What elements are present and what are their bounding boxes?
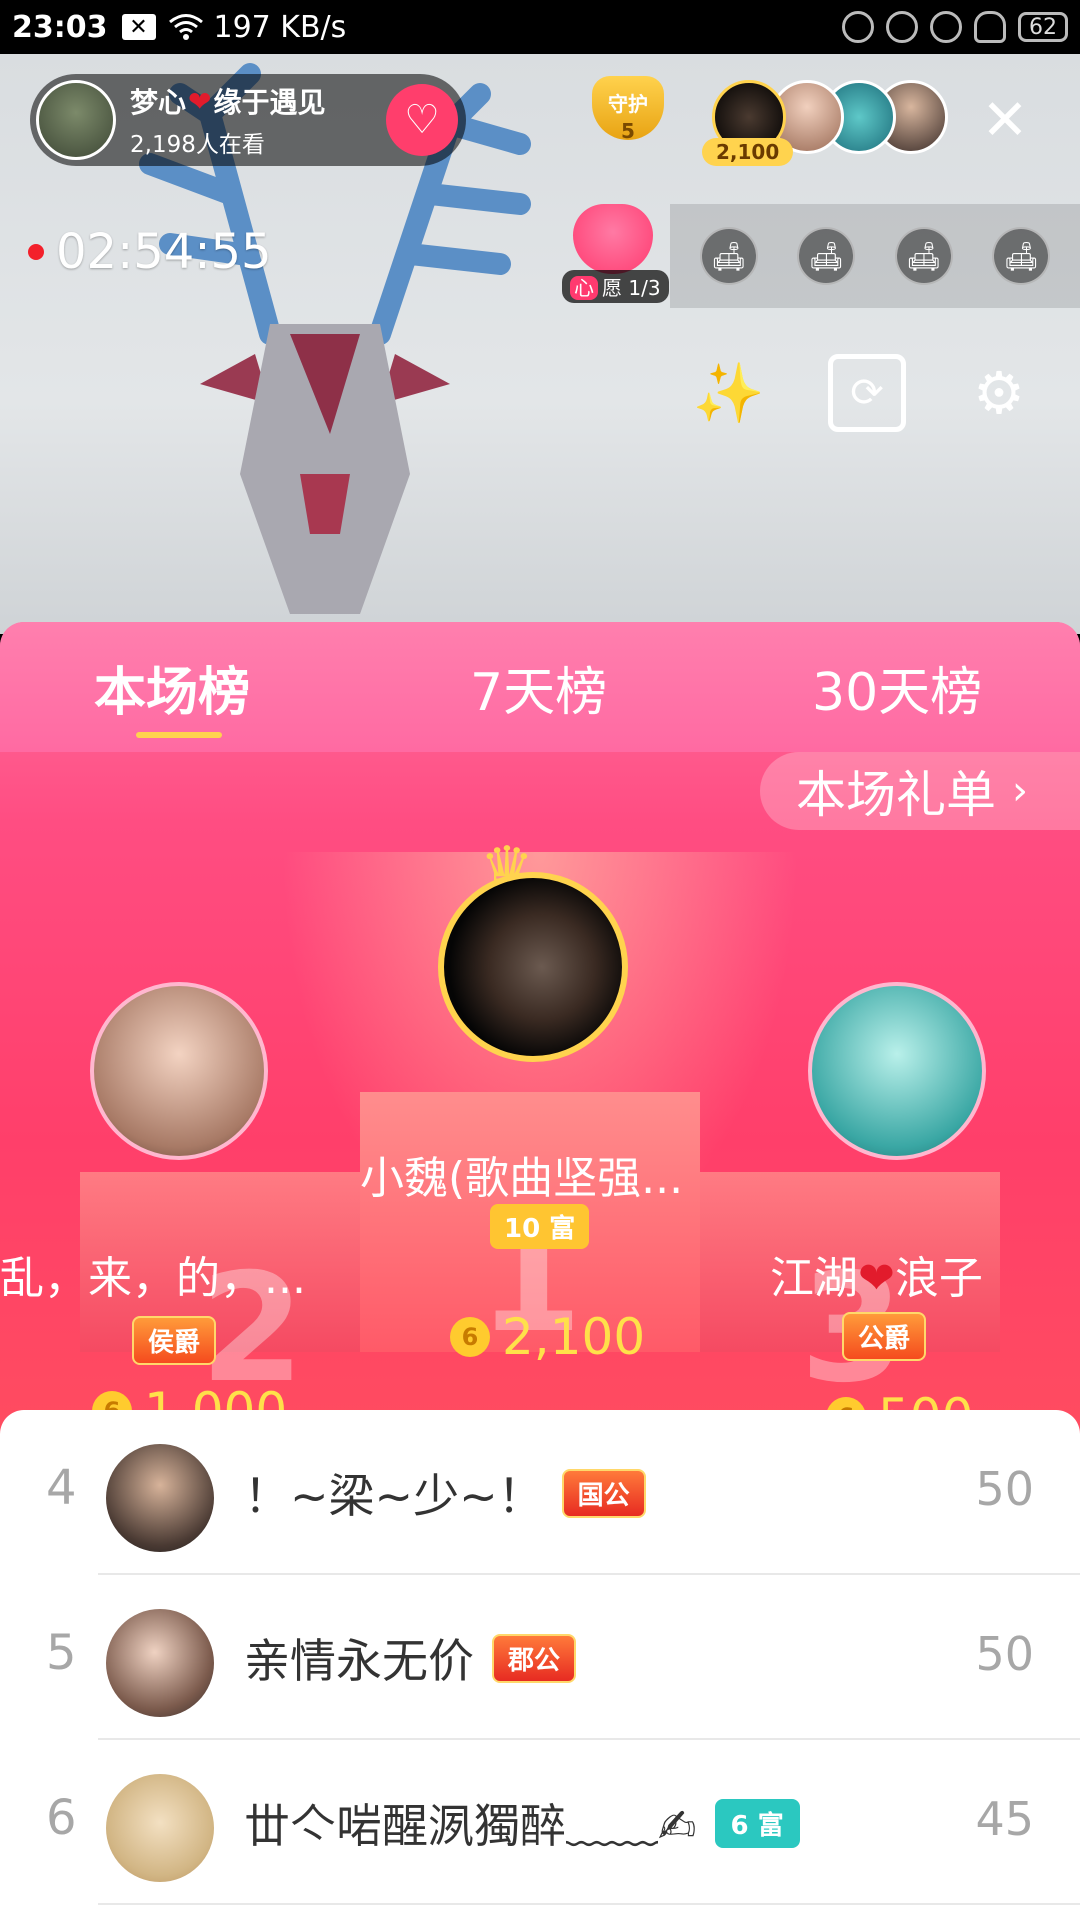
ranking-tabs: 本场榜 7天榜 30天榜 (0, 622, 1080, 752)
avatar[interactable] (106, 1609, 214, 1717)
coin-icon: 6 (450, 1317, 490, 1357)
user-name-text: 丗亽啱醒洬獨醉﹏﹏✍ (244, 1799, 697, 1853)
bell-muted-icon (842, 11, 874, 43)
sofa-seat-icon[interactable]: 🛋 (797, 227, 856, 285)
lock-rotation-icon (886, 11, 918, 43)
third-name-part2: 浪子 (894, 1253, 983, 1304)
wifi-icon (168, 14, 203, 40)
host-info-pill[interactable]: 梦心 ❤ 缘于遇见 2,198人在看 ♡ (30, 74, 466, 166)
host-avatar[interactable] (36, 80, 116, 160)
first-place-name: 小魏(歌曲坚强... (360, 1153, 684, 1204)
user-name: 丗亽啱醒洬獨醉﹏﹏✍ 6 富 (244, 1790, 800, 1856)
first-place-avatar[interactable] (438, 872, 628, 1062)
status-time: 23:03 (12, 9, 108, 45)
user-name-text: ！~梁~少~！ (244, 1469, 544, 1523)
noble-badge-marquis: 侯爵 (132, 1316, 217, 1365)
heart-plus-icon: ♡ (404, 97, 440, 143)
close-icon: ✕ (981, 88, 1029, 153)
viewer-count: 2,198人在看 (130, 132, 265, 158)
heart-icon: ❤ (188, 84, 212, 118)
live-timer-text: 02:54:55 (56, 224, 272, 280)
rank-number: 6 (46, 1790, 77, 1846)
score: 50 (975, 1627, 1034, 1681)
beauty-wand-icon[interactable]: ✨ (690, 354, 768, 432)
tab-this-session[interactable]: 本场榜 (94, 650, 250, 725)
noble-badge: 国公 (561, 1468, 646, 1518)
host-name-part2: 缘于遇见 (213, 86, 326, 119)
follow-button[interactable]: ♡ (386, 84, 458, 156)
rank-number: 4 (46, 1460, 77, 1516)
list-item[interactable]: 6 丗亽啱醒洬獨醉﹏﹏✍ 6 富 45 (0, 1740, 1080, 1905)
host-name-part1: 梦心 (130, 86, 187, 119)
live-video[interactable]: 梦心 ❤ 缘于遇见 2,198人在看 ♡ 守护 5 2,100 ✕ 02:54:… (0, 54, 1080, 634)
gift-list-button[interactable]: 本场礼单 › (760, 752, 1080, 830)
battery-level: 62 (1029, 14, 1057, 40)
status-bar: 23:03 ✕ 197 KB/s 62 (0, 0, 1080, 54)
guest-seats: 🛋 🛋 🛋 🛋 (670, 204, 1080, 308)
wish-label-tag: 心 (570, 276, 598, 300)
network-speed: 197 KB/s (213, 9, 347, 45)
shield-icon: 守护 5 (592, 76, 664, 143)
podium: 1 2 3 ♛ 小魏(歌曲坚强... 乱，来，的，... 江湖❤浪子 10 富 … (0, 752, 1080, 1446)
third-place-avatar[interactable] (808, 982, 986, 1160)
battery-indicator: 62 (1018, 12, 1068, 42)
sofa-seat-icon[interactable]: 🛋 (699, 227, 758, 285)
close-button[interactable]: ✕ (978, 93, 1032, 149)
wish-heart-icon (573, 204, 653, 274)
settings-gear-icon[interactable]: ⚙ (960, 354, 1038, 432)
notification-x-icon: ✕ (121, 14, 156, 40)
rich-level-badge: 10 富 (490, 1204, 590, 1249)
live-timer: 02:54:55 (28, 224, 272, 280)
noble-badge: 郡公 (492, 1633, 577, 1683)
guard-badge[interactable]: 守护 5 (584, 76, 672, 158)
list-item[interactable]: 5 亲情永无价 郡公 50 (0, 1575, 1080, 1740)
score: 45 (975, 1792, 1034, 1846)
live-dot-icon (28, 244, 44, 260)
host-name: 梦心 ❤ 缘于遇见 (130, 81, 326, 121)
active-tab-indicator (136, 732, 222, 738)
switch-camera-icon[interactable]: ⟳ (828, 354, 906, 432)
sofa-seat-icon[interactable]: 🛋 (894, 227, 953, 285)
divider (98, 1903, 1080, 1905)
chevron-right-icon: › (1012, 768, 1028, 814)
top-viewers[interactable]: 2,100 (702, 80, 948, 180)
user-name-text: 亲情永无价 (244, 1634, 474, 1688)
avatar[interactable] (106, 1444, 214, 1552)
list-item[interactable]: 4 ！~梁~少~！ 国公 50 (0, 1410, 1080, 1575)
noble-badge-duke: 公爵 (842, 1312, 927, 1361)
alarm-icon (930, 11, 962, 43)
second-place-avatar[interactable] (90, 982, 268, 1160)
avatar[interactable] (106, 1774, 214, 1882)
wish-progress: 愿 1/3 (602, 276, 661, 300)
sofa-seat-icon[interactable]: 🛋 (992, 227, 1051, 285)
top-contribution: 2,100 (702, 138, 794, 166)
first-place-score: 6 2,100 (450, 1308, 645, 1366)
wish-button[interactable]: 心愿 1/3 (562, 204, 669, 303)
guard-count: 5 (621, 119, 635, 143)
wish-label: 心愿 1/3 (562, 270, 669, 303)
third-name-part1: 江湖 (770, 1253, 858, 1304)
tab-7-days[interactable]: 7天榜 (470, 650, 607, 725)
headphones-icon (974, 11, 1006, 43)
first-score-value: 2,100 (502, 1308, 646, 1366)
second-place-name: 乱，来，的，... (0, 1253, 306, 1304)
score: 50 (975, 1462, 1034, 1516)
guard-label: 守护 (608, 92, 648, 116)
user-name: ！~梁~少~！ 国公 (244, 1460, 646, 1526)
rank-number: 5 (46, 1625, 77, 1681)
ranking-list: 4 ！~梁~少~！ 国公 50 5 亲情永无价 郡公 50 6 丗亽啱醒洬獨醉﹏﹏✍… (0, 1410, 1080, 1920)
user-name: 亲情永无价 郡公 (244, 1625, 577, 1691)
rich-level-badge: 6 富 (714, 1798, 800, 1848)
heart-icon: ❤ (858, 1253, 895, 1304)
tab-30-days[interactable]: 30天榜 (812, 650, 982, 725)
third-place-name: 江湖❤浪子 (770, 1242, 983, 1306)
gift-list-label: 本场礼单 (796, 766, 996, 824)
